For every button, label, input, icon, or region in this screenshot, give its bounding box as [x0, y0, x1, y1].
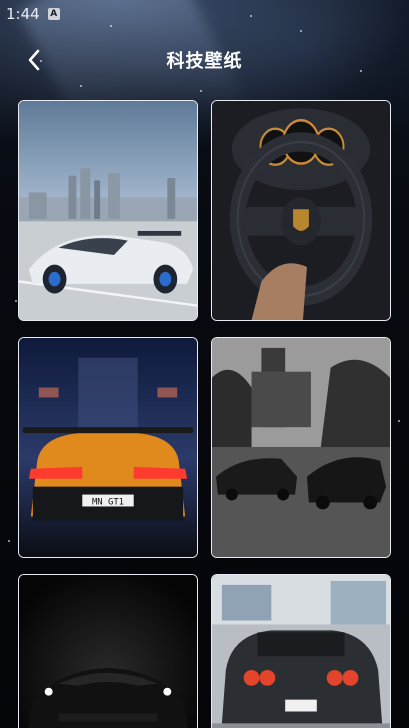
- nav-bar: 科技壁纸: [0, 38, 409, 82]
- wallpaper-image: [19, 575, 197, 728]
- wallpaper-card-white-lamborghini[interactable]: [18, 100, 198, 321]
- page-title: 科技壁纸: [166, 51, 243, 72]
- wallpaper-image: MN GT1: [19, 338, 197, 557]
- license-plate-text: MN GT1: [92, 497, 124, 507]
- wallpaper-grid: MN GT1: [18, 100, 391, 728]
- status-time: 1:44: [6, 5, 40, 23]
- wallpaper-image: [212, 101, 390, 320]
- back-button[interactable]: [22, 48, 46, 72]
- notification-icon: A: [47, 8, 60, 20]
- wallpaper-image: [212, 338, 390, 557]
- wallpaper-card-skyline-garage[interactable]: [211, 574, 391, 728]
- wallpaper-card-porsche-steering[interactable]: [211, 100, 391, 321]
- wallpaper-card-bw-street[interactable]: [211, 337, 391, 558]
- status-bar: 1:44 A: [0, 0, 409, 28]
- wallpaper-image: [212, 575, 390, 728]
- chevron-left-icon: [28, 49, 40, 71]
- wallpaper-card-dark-lamborghini[interactable]: [18, 574, 198, 728]
- wallpaper-card-orange-huracan[interactable]: MN GT1: [18, 337, 198, 558]
- wallpaper-image: [19, 101, 197, 320]
